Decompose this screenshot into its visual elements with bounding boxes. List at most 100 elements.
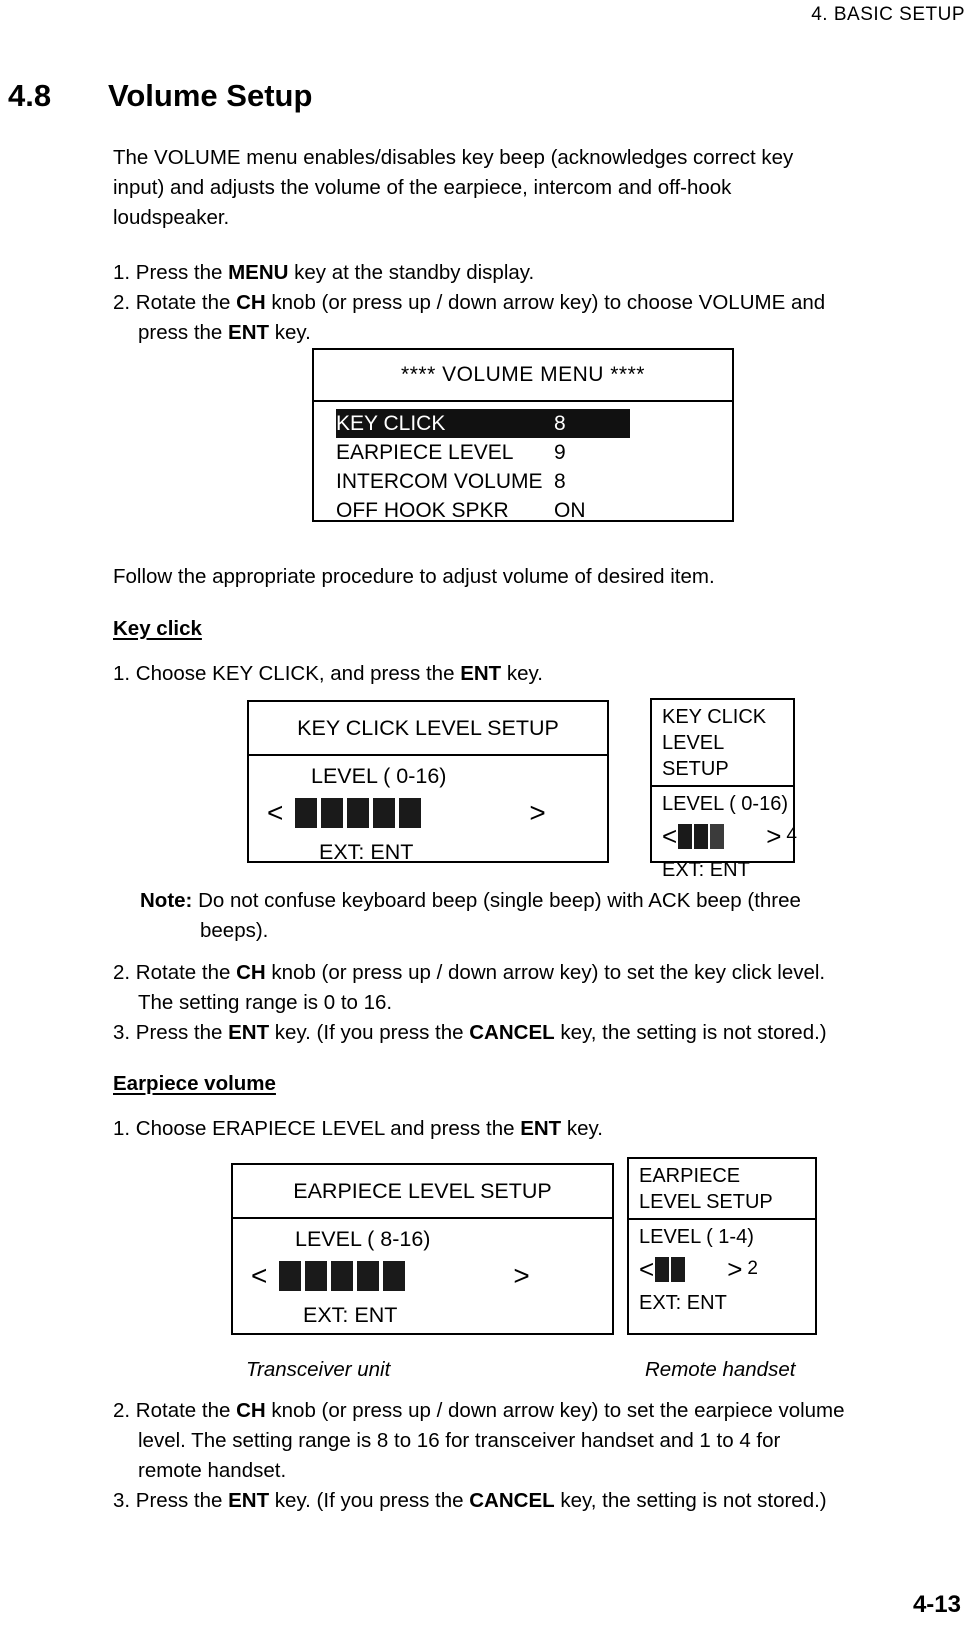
menu-value: 9 (554, 441, 566, 464)
follow-paragraph: Follow the appropriate procedure to adju… (113, 562, 958, 592)
key-click-note: Note: Do not confuse keyboard beep (sing… (140, 886, 930, 946)
arrow-right-icon[interactable]: > (727, 1256, 742, 1282)
earpiece-remote-display: EARPIECE LEVEL SETUP LEVEL ( 1-4) < > 2 … (627, 1157, 817, 1335)
note-line-1: Note: Do not confuse keyboard beep (sing… (140, 886, 930, 916)
ep-step2-key-ch: CH (236, 1399, 266, 1422)
step-2-text-d: press the (138, 321, 229, 344)
level-bar (694, 823, 709, 849)
ep-step-2-continued-1: level. The setting range is 8 to 16 for … (138, 1429, 781, 1452)
kc-step3-a: 3. Press the (113, 1021, 229, 1044)
intro-line-3: loudspeaker. (113, 206, 230, 229)
arrow-right-icon[interactable]: > (513, 1262, 529, 1290)
note-line-2: beeps). (200, 919, 269, 942)
key-click-transceiver-display: KEY CLICK LEVEL SETUP LEVEL ( 0-16) < > … (247, 700, 609, 864)
kc-remote-exit-hint: EXT: ENT (662, 859, 750, 881)
ep-transceiver-bars (279, 1261, 406, 1291)
key-click-remote-display: KEY CLICK LEVEL SETUP LEVEL ( 0-16) < > … (650, 698, 797, 881)
level-bar (671, 1256, 686, 1282)
menu-value: 8 (554, 412, 566, 435)
kc-step-3: 3. Press the ENT key. (If you press the … (113, 1018, 958, 1048)
kc-transceiver-exit-hint: EXT: ENT (319, 840, 414, 864)
ep-step3-c: key. (If you press the (269, 1489, 470, 1512)
kc-step3-c: key. (If you press the (269, 1021, 470, 1044)
ep-remote-level-control[interactable]: < > 2 (639, 1256, 758, 1282)
kc-transceiver-title: KEY CLICK LEVEL SETUP (297, 716, 559, 740)
step-2-text-c: knob (or press up / down arrow key) to c… (265, 291, 826, 314)
step-2-text-a: 2. Rotate the (113, 291, 237, 314)
kc-remote-level-control[interactable]: < > 4 (662, 823, 797, 849)
menu-row-key-click[interactable]: KEY CLICK 8 (336, 409, 630, 438)
steps-top-list: 1. Press the MENU key at the standby dis… (113, 258, 958, 348)
kc-remote-title-line-1: KEY CLICK (662, 706, 767, 728)
volume-menu-title: **** VOLUME MENU **** (401, 363, 645, 386)
level-bar (305, 1261, 328, 1291)
menu-row-earpiece-level[interactable]: EARPIECE LEVEL 9 (336, 438, 630, 467)
kc-lead-a: 1. Choose KEY CLICK, and press the (113, 662, 461, 685)
intro-line-2: input) and adjusts the volume of the ear… (113, 176, 732, 199)
subheading-key-click: Key click (113, 617, 202, 640)
ep-step3-e: key, the setting is not stored.) (554, 1489, 827, 1512)
ep-transceiver-level-control[interactable]: < > (251, 1261, 530, 1291)
ep-remote-title-line-2: LEVEL SETUP (639, 1191, 773, 1213)
earpiece-steps-tail: 2. Rotate the CH knob (or press up / dow… (113, 1396, 958, 1516)
step-1-key-menu: MENU (228, 261, 289, 284)
kc-step2-key-ch: CH (236, 961, 266, 984)
level-bar (321, 798, 344, 828)
menu-label: EARPIECE LEVEL (336, 441, 514, 464)
level-bar (678, 823, 693, 849)
step-1-text-a: 1. Press the (113, 261, 229, 284)
menu-row-intercom-volume[interactable]: INTERCOM VOLUME 8 (336, 467, 630, 496)
volume-menu-display: **** VOLUME MENU **** KEY CLICK 8 EARPIE… (312, 348, 734, 522)
ep-transceiver-exit-hint: EXT: ENT (303, 1303, 398, 1327)
note-label: Note: (140, 889, 193, 912)
level-bar (710, 823, 725, 849)
ep-step-2-continued-2: remote handset. (138, 1459, 287, 1482)
kc-transceiver-level-control[interactable]: < > (267, 798, 546, 828)
ep-step-3: 3. Press the ENT key. (If you press the … (113, 1486, 958, 1516)
kc-step3-key-ent: ENT (228, 1021, 270, 1044)
ep-remote-range: LEVEL ( 1-4) (639, 1226, 754, 1248)
step-2-continued: press the ENT key. (113, 318, 958, 348)
arrow-left-icon[interactable]: < (267, 799, 283, 827)
kc-remote-bars (678, 823, 725, 849)
ep-lead-c: key. (561, 1117, 603, 1140)
level-bar (295, 798, 318, 828)
arrow-right-icon[interactable]: > (766, 823, 781, 849)
ep-step3-a: 3. Press the (113, 1489, 229, 1512)
ep-step3-key-ent: ENT (228, 1489, 270, 1512)
section-heading: 4.8 Volume Setup (8, 78, 948, 114)
ep-remote-title: EARPIECE LEVEL SETUP (629, 1159, 815, 1218)
step-1-text-c: key at the standby display. (288, 261, 535, 284)
arrow-left-icon[interactable]: < (639, 1256, 654, 1282)
section-title: Volume Setup (108, 78, 313, 113)
ep-lead-a: 1. Choose ERAPIECE LEVEL and press the (113, 1117, 521, 1140)
kc-remote-title-line-2: LEVEL SETUP (662, 732, 729, 780)
level-bar (347, 798, 370, 828)
section-number: 4.8 (8, 78, 52, 113)
menu-value: ON (554, 499, 586, 522)
level-bar (331, 1261, 354, 1291)
ep-remote-bars (655, 1256, 686, 1282)
running-header: 4. BASIC SETUP (811, 4, 965, 25)
intro-line-1: The VOLUME menu enables/disables key bee… (113, 146, 794, 169)
page-number: 4-13 (912, 1591, 961, 1618)
step-2-text-f: key. (269, 321, 311, 344)
level-bar (399, 798, 422, 828)
menu-value: 8 (554, 470, 566, 493)
key-click-step-1: 1. Choose KEY CLICK, and press the ENT k… (113, 662, 543, 686)
ep-step3-key-cancel: CANCEL (469, 1489, 555, 1512)
menu-row-off-hook-spkr[interactable]: OFF HOOK SPKR ON (336, 496, 630, 525)
arrow-right-icon[interactable]: > (529, 799, 545, 827)
kc-lead-c: key. (501, 662, 543, 685)
kc-remote-title: KEY CLICK LEVEL SETUP (652, 700, 793, 785)
step-2: 2. Rotate the CH knob (or press up / dow… (113, 288, 958, 318)
kc-step-2: 2. Rotate the CH knob (or press up / dow… (113, 958, 958, 988)
ep-key-ent: ENT (520, 1117, 562, 1140)
kc-key-ent: ENT (460, 662, 502, 685)
arrow-left-icon[interactable]: < (662, 823, 677, 849)
ep-transceiver-range: LEVEL ( 8-16) (295, 1227, 431, 1251)
caption-transceiver-unit: Transceiver unit (246, 1358, 391, 1381)
level-bar (383, 1261, 406, 1291)
ep-transceiver-title: EARPIECE LEVEL SETUP (293, 1179, 552, 1203)
arrow-left-icon[interactable]: < (251, 1262, 267, 1290)
